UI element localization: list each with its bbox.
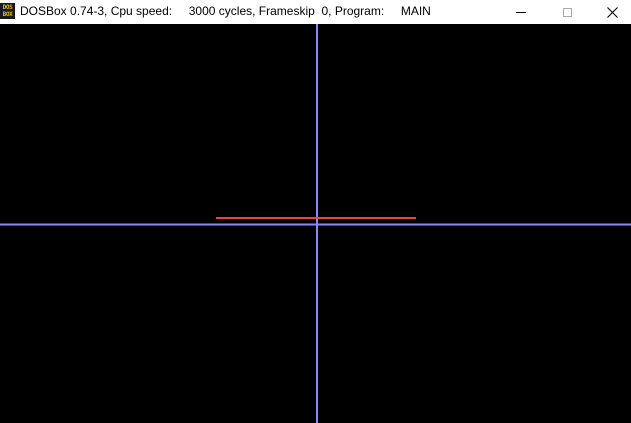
maximize-button[interactable]: [544, 0, 590, 24]
title-bar[interactable]: DOS BOX DOSBox 0.74-3, Cpu speed: 3000 c…: [0, 0, 631, 24]
close-button[interactable]: [589, 0, 631, 24]
maximize-icon: [562, 7, 572, 17]
minimize-button[interactable]: [498, 0, 544, 24]
dosbox-window: DOS BOX DOSBox 0.74-3, Cpu speed: 3000 c…: [0, 0, 631, 423]
dosbox-icon[interactable]: DOS BOX: [0, 3, 15, 19]
window-title: DOSBox 0.74-3, Cpu speed: 3000 cycles, F…: [20, 4, 431, 18]
close-icon: [606, 6, 618, 18]
graphics-canvas: [0, 24, 631, 423]
dos-screen[interactable]: [0, 24, 631, 423]
minimize-icon: [516, 11, 526, 13]
